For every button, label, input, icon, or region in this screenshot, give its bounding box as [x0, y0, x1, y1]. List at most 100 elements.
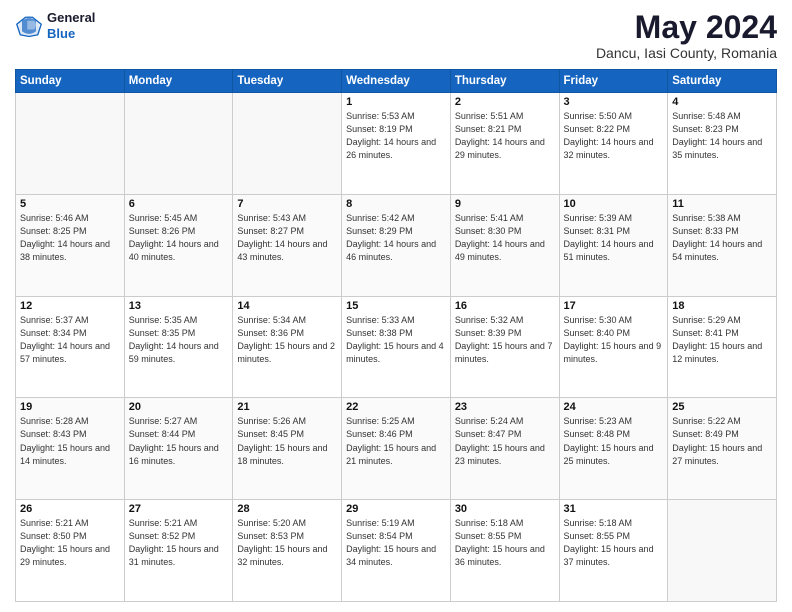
calendar-cell: 28 Sunrise: 5:20 AM Sunset: 8:53 PM Dayli…	[233, 500, 342, 602]
day-info: Sunrise: 5:45 AM Sunset: 8:26 PM Dayligh…	[129, 212, 229, 264]
calendar-cell: 14 Sunrise: 5:34 AM Sunset: 8:36 PM Dayli…	[233, 296, 342, 398]
weekday-header-row: Sunday Monday Tuesday Wednesday Thursday…	[16, 70, 777, 93]
calendar-cell: 4 Sunrise: 5:48 AM Sunset: 8:23 PM Daylig…	[668, 93, 777, 195]
calendar-cell: 10 Sunrise: 5:39 AM Sunset: 8:31 PM Dayli…	[559, 194, 668, 296]
calendar-cell: 22Sunrise: 5:25 AM Sunset: 8:46 PM Dayli…	[342, 398, 451, 500]
day-number: 20	[129, 401, 229, 413]
day-number: 1	[346, 96, 446, 108]
day-number: 7	[237, 198, 337, 210]
calendar-cell: 7 Sunrise: 5:43 AM Sunset: 8:27 PM Daylig…	[233, 194, 342, 296]
calendar-cell: 31Sunrise: 5:18 AM Sunset: 8:55 PM Dayli…	[559, 500, 668, 602]
day-number: 10	[564, 198, 664, 210]
day-info: Sunrise: 5:46 AM Sunset: 8:25 PM Dayligh…	[20, 212, 120, 264]
day-info: Sunrise: 5:21 AM Sunset: 8:50 PM Dayligh…	[20, 517, 120, 569]
calendar-cell: 21Sunrise: 5:26 AM Sunset: 8:45 PM Dayli…	[233, 398, 342, 500]
title-block: May 2024 Dancu, Iasi County, Romania	[596, 10, 777, 61]
day-number: 12	[20, 300, 120, 312]
calendar-body: 1 Sunrise: 5:53 AM Sunset: 8:19 PM Daylig…	[16, 93, 777, 602]
calendar-cell: 12 Sunrise: 5:37 AM Sunset: 8:34 PM Dayli…	[16, 296, 125, 398]
calendar-cell	[124, 93, 233, 195]
day-info: Sunrise: 5:38 AM Sunset: 8:33 PM Dayligh…	[672, 212, 772, 264]
calendar-cell: 24Sunrise: 5:23 AM Sunset: 8:48 PM Dayli…	[559, 398, 668, 500]
day-number: 4	[672, 96, 772, 108]
day-number: 16	[455, 300, 555, 312]
calendar-week-3: 12 Sunrise: 5:37 AM Sunset: 8:34 PM Dayli…	[16, 296, 777, 398]
day-number: 18	[672, 300, 772, 312]
logo: General Blue	[15, 10, 95, 41]
calendar-cell	[233, 93, 342, 195]
day-info: Sunrise: 5:28 AM Sunset: 8:43 PM Dayligh…	[20, 415, 120, 467]
day-info: Sunrise: 5:20 AM Sunset: 8:53 PM Dayligh…	[237, 517, 337, 569]
calendar-cell: 9 Sunrise: 5:41 AM Sunset: 8:30 PM Daylig…	[450, 194, 559, 296]
calendar-cell: 30 Sunrise: 5:18 AM Sunset: 8:55 PM Dayli…	[450, 500, 559, 602]
col-monday: Monday	[124, 70, 233, 93]
day-info: Sunrise: 5:26 AM Sunset: 8:45 PM Dayligh…	[237, 415, 337, 467]
day-number: 6	[129, 198, 229, 210]
calendar-cell: 15Sunrise: 5:33 AM Sunset: 8:38 PM Dayli…	[342, 296, 451, 398]
calendar-cell: 19 Sunrise: 5:28 AM Sunset: 8:43 PM Dayli…	[16, 398, 125, 500]
day-info: Sunrise: 5:22 AM Sunset: 8:49 PM Dayligh…	[672, 415, 772, 467]
day-number: 3	[564, 96, 664, 108]
day-number: 8	[346, 198, 446, 210]
day-number: 30	[455, 503, 555, 515]
day-info: Sunrise: 5:53 AM Sunset: 8:19 PM Dayligh…	[346, 110, 446, 162]
day-number: 14	[237, 300, 337, 312]
day-info: Sunrise: 5:43 AM Sunset: 8:27 PM Dayligh…	[237, 212, 337, 264]
day-info: Sunrise: 5:50 AM Sunset: 8:22 PM Dayligh…	[564, 110, 664, 162]
calendar-cell: 20 Sunrise: 5:27 AM Sunset: 8:44 PM Dayli…	[124, 398, 233, 500]
col-friday: Friday	[559, 70, 668, 93]
day-number: 5	[20, 198, 120, 210]
day-info: Sunrise: 5:29 AM Sunset: 8:41 PM Dayligh…	[672, 314, 772, 366]
calendar-cell: 23 Sunrise: 5:24 AM Sunset: 8:47 PM Dayli…	[450, 398, 559, 500]
day-info: Sunrise: 5:21 AM Sunset: 8:52 PM Dayligh…	[129, 517, 229, 569]
day-info: Sunrise: 5:18 AM Sunset: 8:55 PM Dayligh…	[455, 517, 555, 569]
col-saturday: Saturday	[668, 70, 777, 93]
day-info: Sunrise: 5:37 AM Sunset: 8:34 PM Dayligh…	[20, 314, 120, 366]
calendar-week-2: 5 Sunrise: 5:46 AM Sunset: 8:25 PM Daylig…	[16, 194, 777, 296]
day-info: Sunrise: 5:27 AM Sunset: 8:44 PM Dayligh…	[129, 415, 229, 467]
main-title: May 2024	[596, 10, 777, 45]
calendar-cell: 8 Sunrise: 5:42 AM Sunset: 8:29 PM Daylig…	[342, 194, 451, 296]
day-number: 15	[346, 300, 446, 312]
calendar-cell: 11Sunrise: 5:38 AM Sunset: 8:33 PM Dayli…	[668, 194, 777, 296]
day-info: Sunrise: 5:24 AM Sunset: 8:47 PM Dayligh…	[455, 415, 555, 467]
day-info: Sunrise: 5:35 AM Sunset: 8:35 PM Dayligh…	[129, 314, 229, 366]
day-info: Sunrise: 5:32 AM Sunset: 8:39 PM Dayligh…	[455, 314, 555, 366]
day-info: Sunrise: 5:30 AM Sunset: 8:40 PM Dayligh…	[564, 314, 664, 366]
calendar-cell: 3 Sunrise: 5:50 AM Sunset: 8:22 PM Daylig…	[559, 93, 668, 195]
day-info: Sunrise: 5:39 AM Sunset: 8:31 PM Dayligh…	[564, 212, 664, 264]
calendar-cell: 5 Sunrise: 5:46 AM Sunset: 8:25 PM Daylig…	[16, 194, 125, 296]
calendar-cell: 26 Sunrise: 5:21 AM Sunset: 8:50 PM Dayli…	[16, 500, 125, 602]
day-info: Sunrise: 5:34 AM Sunset: 8:36 PM Dayligh…	[237, 314, 337, 366]
calendar-week-1: 1 Sunrise: 5:53 AM Sunset: 8:19 PM Daylig…	[16, 93, 777, 195]
calendar-cell	[16, 93, 125, 195]
day-info: Sunrise: 5:48 AM Sunset: 8:23 PM Dayligh…	[672, 110, 772, 162]
header: General Blue May 2024 Dancu, Iasi County…	[15, 10, 777, 61]
calendar-cell: 13Sunrise: 5:35 AM Sunset: 8:35 PM Dayli…	[124, 296, 233, 398]
day-number: 19	[20, 401, 120, 413]
calendar-cell: 6 Sunrise: 5:45 AM Sunset: 8:26 PM Daylig…	[124, 194, 233, 296]
day-info: Sunrise: 5:18 AM Sunset: 8:55 PM Dayligh…	[564, 517, 664, 569]
day-info: Sunrise: 5:51 AM Sunset: 8:21 PM Dayligh…	[455, 110, 555, 162]
col-tuesday: Tuesday	[233, 70, 342, 93]
calendar-cell: 2Sunrise: 5:51 AM Sunset: 8:21 PM Daylig…	[450, 93, 559, 195]
day-info: Sunrise: 5:42 AM Sunset: 8:29 PM Dayligh…	[346, 212, 446, 264]
logo-blue: Blue	[47, 26, 95, 42]
calendar-week-4: 19 Sunrise: 5:28 AM Sunset: 8:43 PM Dayli…	[16, 398, 777, 500]
day-number: 25	[672, 401, 772, 413]
day-number: 23	[455, 401, 555, 413]
day-number: 26	[20, 503, 120, 515]
day-number: 28	[237, 503, 337, 515]
day-number: 9	[455, 198, 555, 210]
calendar-cell	[668, 500, 777, 602]
calendar-cell: 16 Sunrise: 5:32 AM Sunset: 8:39 PM Dayli…	[450, 296, 559, 398]
col-sunday: Sunday	[16, 70, 125, 93]
day-info: Sunrise: 5:41 AM Sunset: 8:30 PM Dayligh…	[455, 212, 555, 264]
calendar-header: Sunday Monday Tuesday Wednesday Thursday…	[16, 70, 777, 93]
calendar-cell: 18 Sunrise: 5:29 AM Sunset: 8:41 PM Dayli…	[668, 296, 777, 398]
col-wednesday: Wednesday	[342, 70, 451, 93]
calendar-cell: 1 Sunrise: 5:53 AM Sunset: 8:19 PM Daylig…	[342, 93, 451, 195]
logo-icon	[15, 12, 43, 40]
subtitle: Dancu, Iasi County, Romania	[596, 45, 777, 61]
day-info: Sunrise: 5:25 AM Sunset: 8:46 PM Dayligh…	[346, 415, 446, 467]
